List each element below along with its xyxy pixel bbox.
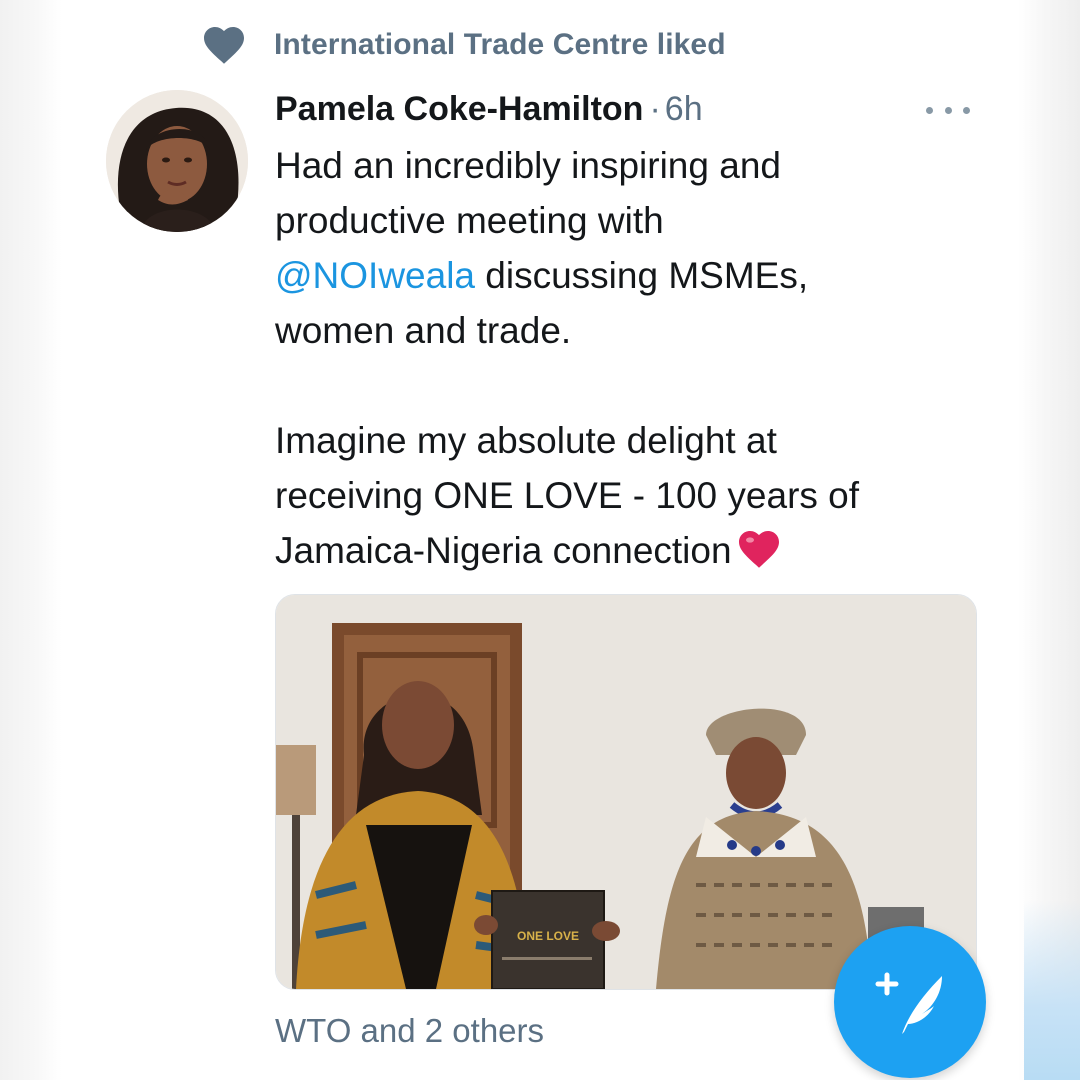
tweet-text-line: women and trade. xyxy=(275,310,572,351)
tweet-text-line: Jamaica-Nigeria connection xyxy=(275,523,975,578)
heart-icon xyxy=(204,27,244,64)
tweet-text-line: receiving ONE LOVE - 100 years of xyxy=(275,475,860,516)
tweet-text: Had an incredibly inspiring and producti… xyxy=(275,138,975,578)
separator-dot: · xyxy=(649,89,661,128)
mention-link[interactable]: @NOIweala xyxy=(275,255,475,296)
compose-tweet-button[interactable] xyxy=(834,926,986,1078)
social-context-text: International Trade Centre liked xyxy=(274,28,726,61)
red-heart-emoji-icon xyxy=(738,531,779,568)
tweet-text-line: productive meeting with xyxy=(275,200,664,241)
avatar[interactable] xyxy=(106,90,248,232)
author-name[interactable]: Pamela Coke-Hamilton xyxy=(275,90,643,129)
left-edge-shadow xyxy=(0,0,62,1080)
avatar-image xyxy=(106,90,248,232)
timestamp[interactable]: 6h xyxy=(665,90,703,129)
more-options-button[interactable] xyxy=(926,100,970,120)
right-edge-tint xyxy=(1024,900,1080,1080)
more-horizontal-icon xyxy=(926,106,933,114)
photo-image: ONE LOVE xyxy=(276,595,976,989)
likes-context[interactable]: WTO and 2 others xyxy=(275,1012,544,1050)
tweet-text-line: Had an incredibly inspiring and xyxy=(275,145,781,186)
compose-tweet-icon xyxy=(875,972,942,1034)
tweet-photo[interactable]: ONE LOVE xyxy=(275,594,977,990)
social-context[interactable]: International Trade Centre liked xyxy=(200,22,726,68)
book-title: ONE LOVE xyxy=(517,929,579,943)
tweet-text-line: Imagine my absolute delight at xyxy=(275,420,777,461)
tweet-text-line: @NOIweala discussing MSMEs, xyxy=(275,255,809,296)
tweet-header: Pamela Coke-Hamilton · 6h xyxy=(275,86,975,132)
